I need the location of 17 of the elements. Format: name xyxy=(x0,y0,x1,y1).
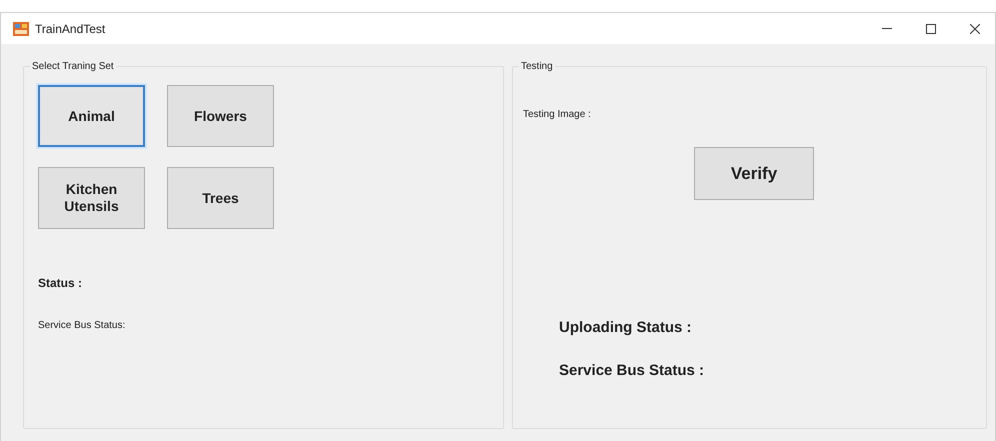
testing-image-label: Testing Image : xyxy=(523,108,592,122)
training-set-button[interactable]: Flowers xyxy=(167,85,274,147)
minimize-icon xyxy=(882,28,892,29)
close-icon xyxy=(970,24,980,34)
app-icon xyxy=(13,22,29,36)
verify-button[interactable]: Verify xyxy=(694,147,814,200)
service-bus-status-label: Service Bus Status : xyxy=(559,360,706,380)
training-set-button[interactable]: Trees xyxy=(167,167,274,229)
status-label: Status : xyxy=(38,275,84,292)
service-bus-status-label: Service Bus Status: xyxy=(38,319,126,333)
group-title: Testing xyxy=(519,59,555,74)
group-title: Select Traning Set xyxy=(30,59,116,74)
window-title: TrainAndTest xyxy=(35,20,106,38)
training-set-button[interactable]: Kitchen Utensils xyxy=(38,167,145,229)
maximize-icon xyxy=(926,24,936,34)
training-set-button[interactable]: Animal xyxy=(38,85,145,147)
uploading-status-label: Uploading Status : xyxy=(559,318,692,338)
